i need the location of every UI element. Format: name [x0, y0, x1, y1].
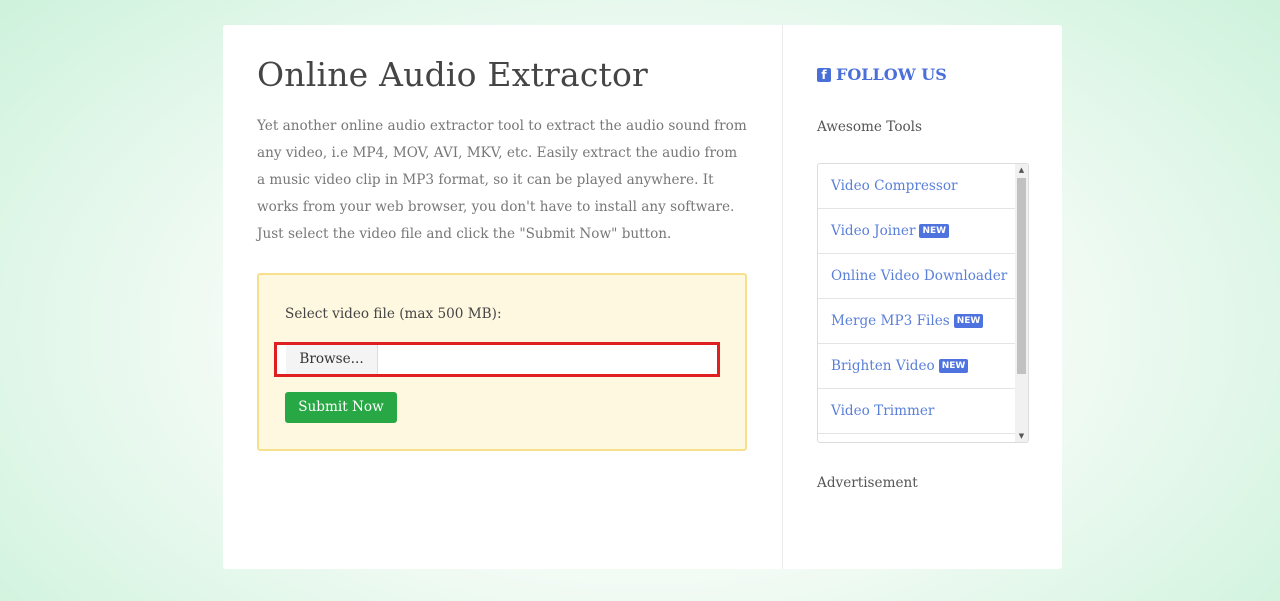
tool-link[interactable]: Online Video Downloader: [818, 254, 1015, 299]
new-badge: NEW: [919, 224, 950, 238]
advertisement-heading: Advertisement: [817, 475, 918, 491]
page-title: Online Audio Extractor: [257, 55, 649, 94]
tool-link-label: Merge MP3 Files: [831, 313, 950, 329]
tool-link-label: Video Compressor: [831, 178, 958, 194]
tools-scrollbar[interactable]: ▲ ▼: [1015, 164, 1028, 442]
tool-link-label: Video Trimmer: [831, 403, 935, 419]
tool-link[interactable]: Merge MP3 Files NEW: [818, 299, 1015, 344]
tool-link[interactable]: Video Trimmer: [818, 389, 1015, 434]
submit-button[interactable]: Submit Now: [285, 392, 397, 423]
new-badge: NEW: [938, 359, 969, 373]
content-card: Online Audio Extractor Yet another onlin…: [223, 25, 1062, 569]
sidebar: f FOLLOW US Awesome Tools Video Compress…: [783, 25, 1062, 569]
file-select-label: Select video file (max 500 MB):: [285, 306, 502, 322]
page-description: Yet another online audio extractor tool …: [257, 118, 747, 242]
new-badge: NEW: [953, 314, 984, 328]
tools-list: Video Compressor Video Joiner NEW Online Vi…: [818, 164, 1015, 434]
tools-heading: Awesome Tools: [817, 119, 923, 135]
tool-link-label: Video Joiner: [831, 223, 916, 239]
scroll-up-arrow-icon[interactable]: ▲: [1015, 164, 1028, 176]
follow-us-label: FOLLOW US: [836, 65, 947, 84]
tool-link[interactable]: Video Joiner NEW: [818, 209, 1015, 254]
facebook-icon: f: [817, 67, 831, 82]
tool-link[interactable]: Video Compressor: [818, 164, 1015, 209]
tools-list-box: Video Compressor Video Joiner NEW Online Vi…: [817, 163, 1029, 443]
tool-link[interactable]: Brighten Video NEW: [818, 344, 1015, 389]
tool-link-label: Online Video Downloader: [831, 268, 1008, 284]
upload-panel: Select video file (max 500 MB): Browse..…: [257, 273, 747, 451]
follow-us-link[interactable]: f FOLLOW US: [817, 65, 947, 84]
tool-link-label: Brighten Video: [831, 358, 935, 374]
file-input[interactable]: Browse...: [274, 342, 720, 377]
main-column: Online Audio Extractor Yet another onlin…: [223, 25, 783, 569]
browse-button[interactable]: Browse...: [286, 345, 378, 374]
scrollbar-thumb[interactable]: [1017, 178, 1026, 374]
scroll-down-arrow-icon[interactable]: ▼: [1015, 430, 1028, 442]
